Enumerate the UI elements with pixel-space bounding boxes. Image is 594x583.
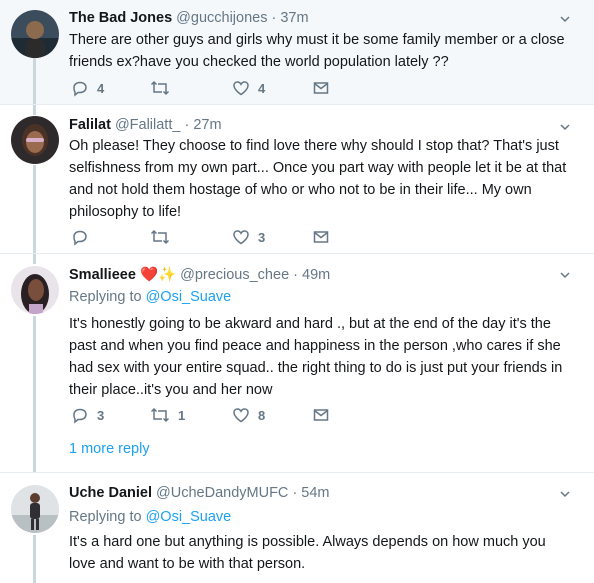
replying-to-label: Replying to: [69, 509, 142, 525]
thread-line: [33, 316, 36, 472]
replying-to-handle[interactable]: @Osi_Suave: [146, 289, 232, 305]
tweet[interactable]: The Bad Jones @gucchijones · 37m There a…: [0, 0, 594, 104]
envelope-icon: [313, 409, 329, 421]
more-replies-link[interactable]: 1 more reply: [69, 441, 150, 457]
tweet-text: It's a hard one but anything is possible…: [69, 534, 546, 572]
replying-to-handle[interactable]: @Osi_Suave: [146, 509, 232, 525]
chevron-down-icon[interactable]: [560, 489, 570, 499]
author-name[interactable]: Uche Daniel: [69, 485, 152, 501]
reply-count: 3: [97, 407, 105, 423]
tweet-text: It's honestly going to be akward and har…: [69, 316, 563, 398]
tweet[interactable]: Smallieee ❤️✨ @precious_chee · 49m Reply…: [0, 254, 594, 472]
like-count: 3: [258, 229, 266, 245]
retweet-icon: [150, 407, 170, 423]
reply-icon: [73, 408, 87, 424]
author-name[interactable]: Smallieee: [69, 267, 136, 283]
like-button[interactable]: 3: [232, 227, 265, 247]
envelope-icon: [313, 231, 329, 243]
thread-line: [33, 105, 36, 115]
timestamp[interactable]: · 27m: [184, 117, 221, 133]
retweet-icon: [150, 80, 170, 96]
chevron-down-icon[interactable]: [560, 122, 570, 132]
retweet-button[interactable]: [150, 227, 178, 247]
avatar[interactable]: [11, 116, 59, 164]
tweet-text: Oh please! They choose to find love ther…: [69, 138, 567, 220]
like-count: 4: [258, 80, 266, 96]
like-button[interactable]: 8: [232, 405, 265, 425]
name-emoji: ❤️✨: [139, 267, 177, 283]
timestamp[interactable]: · 54m: [292, 485, 329, 501]
author-handle[interactable]: @UcheDandyMUFC: [156, 485, 288, 501]
author-handle[interactable]: @gucchijones: [176, 10, 267, 26]
heart-icon: [233, 81, 249, 96]
tweet-text: There are other guys and girls why must …: [69, 32, 565, 70]
retweet-count: 1: [178, 407, 186, 423]
avatar[interactable]: [11, 485, 59, 533]
thread-line: [33, 165, 36, 253]
avatar[interactable]: [11, 266, 59, 314]
author-name[interactable]: The Bad Jones: [69, 10, 172, 26]
replying-to: Replying to @Osi_Suave: [69, 509, 231, 525]
thread-line: [33, 56, 36, 104]
like-count: 8: [258, 407, 266, 423]
chevron-down-icon[interactable]: [560, 270, 570, 280]
timestamp[interactable]: · 49m: [293, 267, 330, 283]
retweet-button[interactable]: 1: [150, 405, 185, 425]
thread-line: [33, 535, 36, 583]
chevron-down-icon[interactable]: [560, 14, 570, 24]
thread-line: [33, 254, 36, 264]
retweet-button[interactable]: [150, 78, 178, 98]
tweet[interactable]: Falilat @Falilatt_ · 27m Oh please! They…: [0, 105, 594, 253]
timestamp[interactable]: · 37m: [272, 10, 309, 26]
like-button[interactable]: 4: [232, 78, 265, 98]
envelope-icon: [313, 82, 329, 94]
reply-button[interactable]: 3: [71, 405, 104, 425]
reply-button[interactable]: [71, 227, 97, 247]
retweet-icon: [150, 229, 170, 245]
reply-icon: [73, 81, 87, 97]
replying-to: Replying to @Osi_Suave: [69, 289, 231, 305]
author-handle[interactable]: @Falilatt_: [115, 117, 181, 133]
tweet[interactable]: Uche Daniel @UcheDandyMUFC · 54m Replyin…: [0, 473, 594, 583]
replying-to-label: Replying to: [69, 289, 142, 305]
direct-message-button[interactable]: [312, 227, 330, 247]
avatar[interactable]: [11, 10, 59, 58]
author-name[interactable]: Falilat: [69, 117, 111, 133]
direct-message-button[interactable]: [312, 78, 330, 98]
reply-icon: [73, 230, 87, 246]
reply-count: 4: [97, 80, 105, 96]
heart-icon: [233, 230, 249, 245]
author-handle[interactable]: @precious_chee: [180, 267, 289, 283]
direct-message-button[interactable]: [312, 405, 330, 425]
heart-icon: [233, 408, 249, 423]
reply-button[interactable]: 4: [71, 78, 104, 98]
